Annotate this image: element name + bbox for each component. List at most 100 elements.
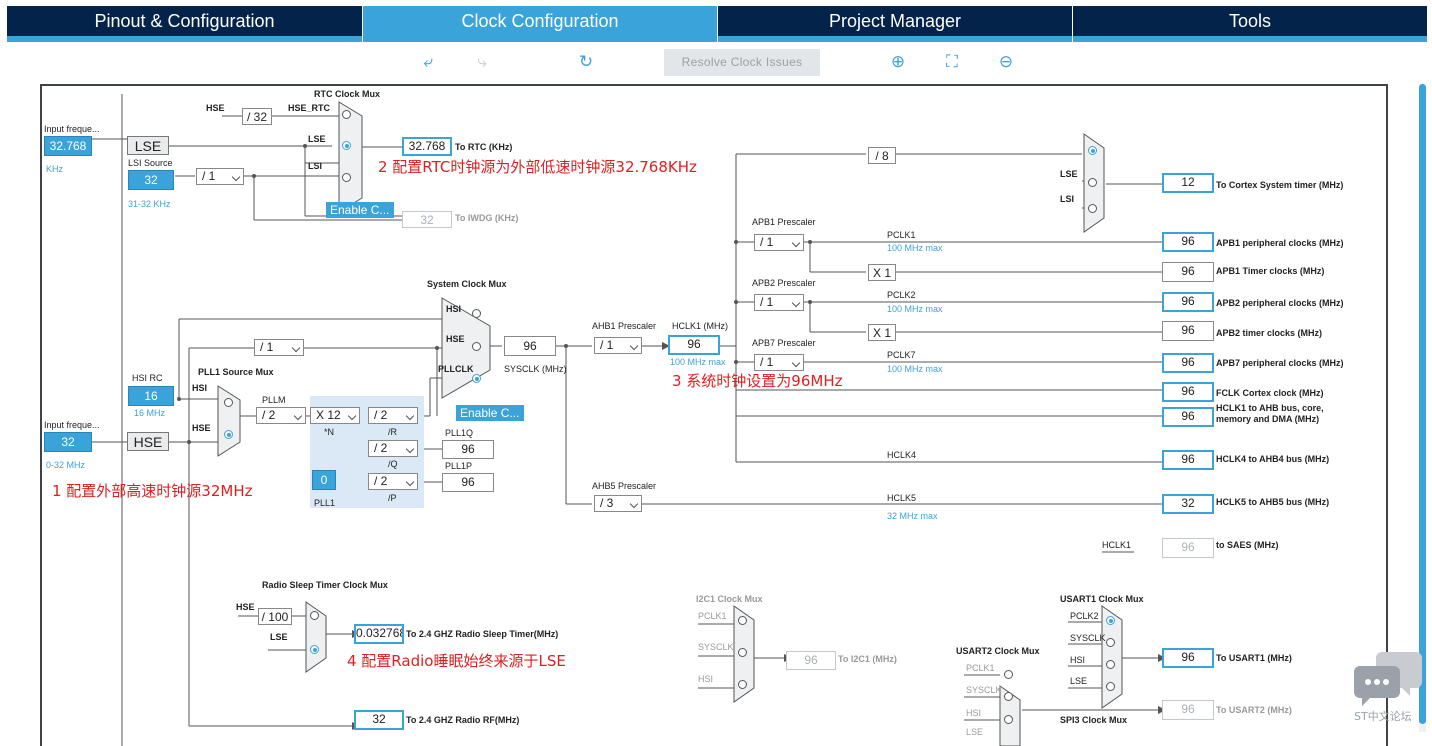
hclk5-field[interactable]: 32 [1162, 494, 1214, 514]
system-clock-mux-title: System Clock Mux [427, 279, 507, 289]
pllq-select[interactable]: / 2 [368, 440, 418, 457]
usart1-field[interactable]: 96 [1162, 648, 1214, 668]
apb1-timer-x1-box: X 1 [868, 264, 896, 281]
i2c1-radio-hsi[interactable] [738, 680, 747, 689]
hclk4-field[interactable]: 96 [1162, 450, 1214, 470]
pllr-label: /R [388, 427, 397, 437]
pllmux-radio-hsi[interactable] [224, 398, 233, 407]
usart1-radio-pclk2[interactable] [1106, 616, 1115, 625]
sysmux-radio-pllclk[interactable] [472, 374, 481, 383]
systick-lse-label: LSE [1060, 169, 1078, 179]
sysmux-radio-hse[interactable] [472, 342, 481, 351]
usart1-radio-sysclk[interactable] [1106, 638, 1115, 647]
resolve-clock-issues-button[interactable]: Resolve Clock Issues [664, 49, 820, 76]
rtc-output-field[interactable]: 32.768 [402, 137, 452, 156]
i2c1-sysclk-label: SYSCLK [698, 642, 734, 652]
sysclk-field[interactable]: 96 [504, 336, 556, 356]
pclk7-label: PCLK7 [887, 350, 916, 360]
pllm-label: PLLM [262, 395, 286, 405]
apb2-timer-field[interactable]: 96 [1162, 321, 1214, 341]
zoom-out-icon[interactable]: ⊖ [996, 52, 1016, 72]
hse-sys-divider-select[interactable]: / 1 [254, 339, 304, 356]
apb2-peripheral-field[interactable]: 96 [1162, 292, 1214, 312]
tab-pinout-configuration[interactable]: Pinout & Configuration [7, 6, 362, 42]
systick-div8-box: / 8 [868, 147, 896, 164]
ahb5-prescaler-select[interactable]: / 3 [594, 495, 642, 512]
pllp-label: /P [388, 493, 397, 503]
rtc-mux-radio-lsi[interactable] [342, 173, 351, 182]
radio-mux-radio-lse[interactable] [310, 645, 319, 654]
hclk5-max-label: 32 MHz max [887, 511, 938, 521]
pclk2-max-label: 100 MHz max [887, 304, 943, 314]
usart1-radio-hsi[interactable] [1106, 660, 1115, 669]
reset-icon[interactable]: ↻ [576, 52, 596, 72]
usart2-label: To USART2 (MHz) [1216, 705, 1292, 715]
plln-select[interactable]: X 12 [310, 407, 360, 424]
usart1-radio-lse[interactable] [1106, 682, 1115, 691]
systick-lsi-label: LSI [1060, 194, 1075, 204]
usart2-radio-hsi[interactable] [1004, 715, 1013, 724]
fclk-field[interactable]: 96 [1162, 382, 1214, 402]
fit-screen-icon[interactable]: ⛶ [942, 52, 962, 72]
apb1-prescaler-select[interactable]: / 1 [754, 234, 804, 251]
apb7-peripheral-field[interactable]: 96 [1162, 353, 1214, 373]
pllr-select[interactable]: / 2 [368, 407, 418, 424]
plln-label: *N [324, 427, 335, 437]
ahb5-prescaler-label: AHB5 Prescaler [592, 481, 657, 491]
saes-hclk1-label: HCLK1 [1102, 540, 1132, 550]
apb1-timer-label: APB1 Timer clocks (MHz) [1216, 266, 1325, 276]
hclk1-ahb-field[interactable]: 96 [1162, 407, 1214, 427]
pllmux-radio-hse[interactable] [224, 430, 233, 439]
sysclk-enable-css-button[interactable]: Enable C... [456, 405, 524, 421]
pll1q-value: 96 [442, 440, 494, 459]
radio-div100-box: / 100 [258, 608, 292, 625]
sysmux-radio-hsi[interactable] [472, 309, 481, 318]
systick-output-field[interactable]: 12 [1162, 173, 1214, 193]
ahb1-prescaler-label: AHB1 Prescaler [592, 321, 657, 331]
ahb1-prescaler-select[interactable]: / 1 [594, 337, 642, 354]
apb7-prescaler-select[interactable]: / 1 [754, 354, 804, 371]
rtc-enable-css-button[interactable]: Enable C... [326, 202, 394, 218]
apb1-timer-field[interactable]: 96 [1162, 262, 1214, 282]
hse-source-box[interactable]: HSE [127, 432, 169, 451]
radio-hse-label: HSE [236, 602, 255, 612]
hclk4-label: HCLK4 [887, 450, 917, 460]
hclk1-field[interactable]: 96 [668, 335, 720, 355]
lse-input-freq-field[interactable]: 32.768 [44, 136, 92, 156]
usart1-lse-label: LSE [1070, 676, 1088, 686]
vertical-scrollbar-thumb[interactable] [1419, 84, 1426, 724]
redo-icon[interactable]: ⤷ [472, 52, 492, 72]
fclk-label: FCLK Cortex clock (MHz) [1216, 388, 1324, 398]
pll1-value: 0 [312, 470, 336, 490]
usart2-radio-sysclk[interactable] [1004, 692, 1013, 701]
i2c1-radio-sysclk[interactable] [738, 648, 747, 657]
apb2-prescaler-select[interactable]: / 1 [754, 294, 804, 311]
radio-sleep-field[interactable]: 0.032768 [354, 624, 404, 644]
apb7-peripheral-label: APB7 peripheral clocks (MHz) [1216, 358, 1344, 368]
systick-mux-radio-hclk[interactable] [1088, 146, 1097, 155]
lsi-divider-select[interactable]: / 1 [196, 168, 244, 185]
usart2-mux-title: USART2 Clock Mux [956, 646, 1040, 656]
radio-rf-field[interactable]: 32 [354, 710, 404, 730]
pllm-select[interactable]: / 2 [256, 407, 306, 424]
usart2-pclk1-label: PCLK1 [966, 663, 995, 673]
undo-icon[interactable]: ⤶ [418, 52, 438, 72]
apb1-peripheral-field[interactable]: 96 [1162, 232, 1214, 252]
systick-mux-radio-lse[interactable] [1088, 178, 1097, 187]
tab-project-manager[interactable]: Project Manager [718, 6, 1072, 42]
tab-clock-configuration[interactable]: Clock Configuration [363, 6, 717, 42]
usart2-radio-pclk1[interactable] [1004, 670, 1013, 679]
rtc-mux-radio-hse[interactable] [342, 110, 351, 119]
radio-mux-radio-hse[interactable] [310, 611, 319, 620]
zoom-in-icon[interactable]: ⊕ [888, 52, 908, 72]
lse-source-box[interactable]: LSE [127, 136, 169, 155]
usart2-lse-label: LSE [966, 727, 984, 737]
hsi-mhz-label: 16 MHz [134, 408, 166, 418]
tab-tools[interactable]: Tools [1073, 6, 1427, 42]
hse-input-freq-field[interactable]: 32 [44, 432, 92, 452]
apb7-prescaler-label: APB7 Prescaler [752, 338, 816, 348]
rtc-mux-radio-lse[interactable] [342, 141, 351, 150]
i2c1-radio-pclk1[interactable] [738, 616, 747, 625]
systick-mux-radio-lsi[interactable] [1088, 204, 1097, 213]
pllp-select[interactable]: / 2 [368, 473, 418, 490]
